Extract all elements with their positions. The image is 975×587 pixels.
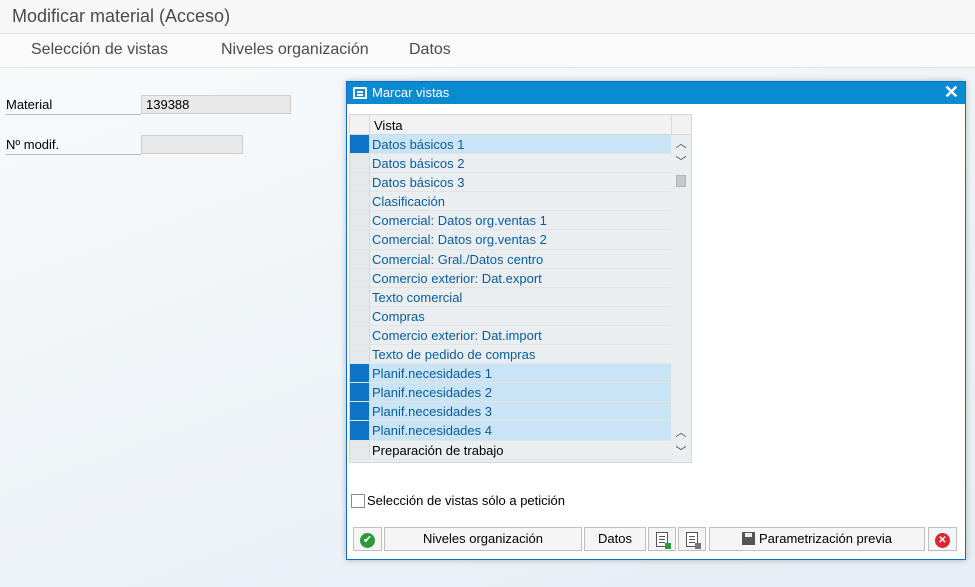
row-selector[interactable] (350, 364, 370, 383)
on-request-label: Selección de vistas sólo a petición (367, 493, 566, 508)
dialog-icon (353, 87, 367, 99)
row-selector[interactable] (350, 211, 370, 230)
table-row[interactable]: Planif.necesidades 1 (350, 364, 671, 384)
row-label: Datos básicos 3 (372, 175, 465, 191)
close-icon[interactable]: ✕ (944, 82, 959, 103)
check-icon: ✔ (360, 533, 375, 548)
row-selector[interactable] (350, 249, 370, 268)
dialog-title: Marcar vistas (372, 85, 450, 100)
row-label: Planif.necesidades 2 (372, 385, 492, 401)
table-row[interactable]: Compras (350, 306, 671, 326)
table-row[interactable]: Planif.necesidades 2 (350, 383, 671, 403)
row-label: Comercial: Datos org.ventas 2 (372, 232, 547, 248)
material-label: Material (6, 95, 141, 115)
table-row[interactable]: Comercial: Datos org.ventas 2 (350, 230, 671, 250)
cancel-icon: ✕ (935, 533, 950, 548)
default-values-button[interactable]: Parametrización previa (709, 527, 925, 551)
row-label: Compras (372, 308, 425, 324)
row-selector[interactable] (350, 325, 370, 345)
table-row[interactable]: Texto de pedido de compras (350, 345, 671, 365)
select-views-dialog: Marcar vistas ✕ Vista Datos básicos 1 Dat… (346, 81, 966, 560)
table-row[interactable]: Comercio exterior: Dat.import (350, 325, 671, 346)
menu-item-org-levels[interactable]: Niveles organización (221, 41, 369, 59)
row-selector[interactable] (350, 230, 370, 249)
table-row[interactable]: Clasificación (350, 192, 671, 212)
select-all-icon (656, 532, 671, 549)
row-label: Datos básicos 2 (372, 156, 465, 172)
modif-label: Nº modif. (6, 135, 141, 155)
table-row[interactable]: Datos básicos 1 (350, 135, 671, 155)
row-selector[interactable] (350, 154, 370, 173)
deselect-all-button[interactable] (678, 527, 706, 551)
select-all-cell[interactable] (350, 115, 370, 135)
scroll-down-icon[interactable]: ︿ (674, 426, 688, 440)
table-row[interactable]: Planif.necesidades 3 (350, 402, 671, 422)
button-bar: ✔ Niveles organización Datos Parametriza… (353, 527, 961, 551)
save-icon (742, 532, 756, 545)
scroll-up-icon[interactable]: ﹀ (674, 155, 688, 169)
data-button[interactable]: Datos (584, 527, 646, 551)
table-row[interactable]: Datos básicos 2 (350, 154, 671, 174)
window-title: Modificar material (Acceso) (12, 6, 231, 26)
row-selector[interactable] (350, 383, 370, 402)
table-row[interactable]: Datos básicos 3 (350, 173, 671, 193)
row-label: Planif.necesidades 4 (372, 423, 492, 439)
scrollbar-header (671, 115, 691, 135)
row-selector[interactable] (350, 173, 370, 192)
row-selector[interactable] (350, 421, 370, 440)
org-levels-button[interactable]: Niveles organización (384, 527, 582, 551)
menu-item-views[interactable]: Selección de vistas (31, 41, 168, 59)
row-label: Datos básicos 1 (372, 137, 465, 152)
row-label: Planif.necesidades 3 (372, 404, 492, 420)
menu-item-data[interactable]: Datos (409, 41, 451, 59)
row-label: Planif.necesidades 1 (372, 366, 492, 382)
row-label: Comercio exterior: Dat.import (372, 327, 542, 343)
deselect-all-icon (686, 532, 701, 549)
table-row[interactable]: Texto comercial (350, 287, 671, 307)
row-selector[interactable] (350, 287, 370, 306)
scrollbar[interactable]: ︿ ﹀ ︿ ﹀ (671, 135, 691, 462)
table-rows: Datos básicos 1 Datos básicos 2 Datos bási… (350, 135, 671, 460)
table-row[interactable]: Comercio exterior: Dat.export (350, 268, 671, 288)
table-row[interactable]: Comercial: Datos org.ventas 1 (350, 211, 671, 231)
row-label: Clasificación (372, 194, 445, 210)
row-selector[interactable] (350, 135, 370, 154)
title-bar: Modificar material (Acceso) (0, 0, 975, 34)
row-label: Texto de pedido de compras (372, 347, 536, 363)
table-row[interactable]: Preparación de trabajo (350, 440, 671, 460)
cancel-button[interactable]: ✕ (928, 527, 957, 551)
row-label: Comercial: Datos org.ventas 1 (372, 213, 547, 229)
table-header: Vista (350, 115, 691, 135)
table-row[interactable]: Planif.necesidades 4 (350, 421, 671, 441)
views-table: Vista Datos básicos 1 Datos básicos 2 Dato… (349, 114, 692, 463)
menu-bar: Selección de vistas Niveles organización… (0, 34, 975, 68)
row-selector[interactable] (350, 345, 370, 364)
scroll-bottom-icon[interactable]: ﹀ (674, 445, 688, 459)
modif-field[interactable] (141, 135, 243, 154)
row-label: Comercio exterior: Dat.export (372, 270, 542, 286)
dialog-header: Marcar vistas ✕ (347, 82, 965, 104)
scroll-thumb[interactable] (676, 175, 686, 187)
row-selector[interactable] (350, 268, 370, 287)
confirm-button[interactable]: ✔ (353, 527, 382, 551)
material-field[interactable]: 139388 (141, 95, 291, 114)
row-label: Comercial: Gral./Datos centro (372, 251, 544, 267)
on-request-checkbox[interactable] (351, 494, 365, 508)
scroll-top-icon[interactable]: ︿ (674, 137, 688, 151)
row-selector[interactable] (350, 440, 370, 459)
default-values-label: Parametrización previa (759, 531, 892, 546)
table-row[interactable]: Comercial: Gral./Datos centro (350, 249, 671, 269)
select-all-button[interactable] (648, 527, 676, 551)
row-label: Texto comercial (372, 289, 463, 305)
column-header-view: Vista (374, 118, 403, 133)
row-label: Preparación de trabajo (372, 442, 504, 458)
row-selector[interactable] (350, 402, 370, 421)
row-selector[interactable] (350, 306, 370, 325)
row-selector[interactable] (350, 192, 370, 211)
